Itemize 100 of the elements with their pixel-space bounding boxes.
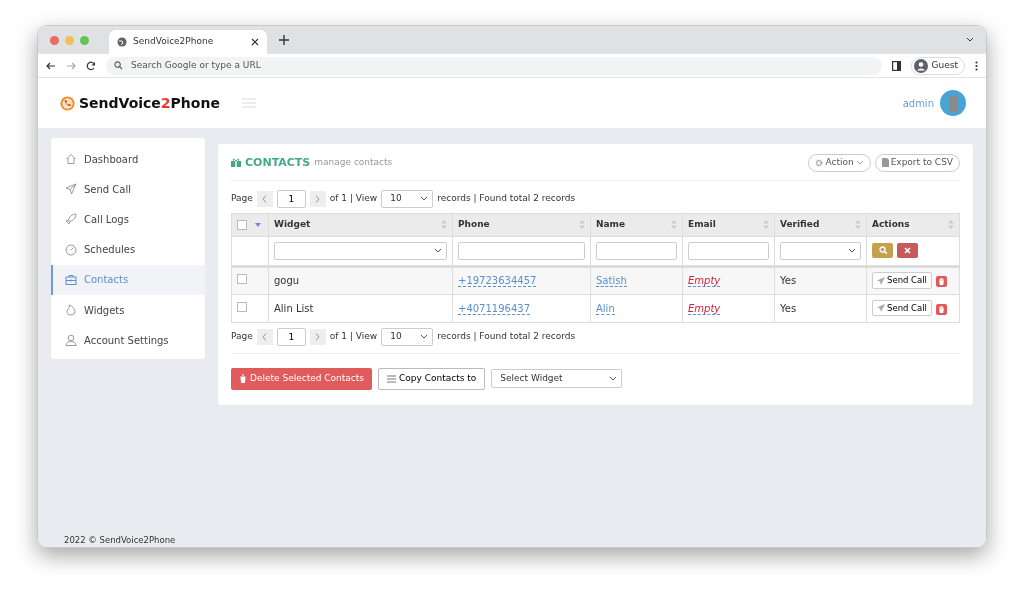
address-bar[interactable]: Search Google or type a URL xyxy=(106,56,882,75)
send-call-button[interactable]: Send Call xyxy=(872,299,932,317)
list-icon xyxy=(387,374,396,383)
widget-select[interactable]: Select Widget xyxy=(491,369,623,388)
select-all-checkbox[interactable] xyxy=(237,219,247,230)
caret-icon xyxy=(434,247,442,254)
trash-icon xyxy=(239,374,247,383)
phone-logo-icon xyxy=(60,95,75,111)
filter-field[interactable] xyxy=(688,241,769,260)
reload-icon[interactable] xyxy=(86,60,96,71)
name-link[interactable]: Alin xyxy=(596,302,615,315)
filter-select[interactable] xyxy=(274,241,447,260)
delete-button[interactable] xyxy=(936,303,947,315)
row-checkbox[interactable] xyxy=(237,274,247,284)
panel-subtitle: manage contacts xyxy=(314,156,393,169)
page-field[interactable]: 1 xyxy=(276,189,306,208)
footer-copyright: 2022 © SendVoice2Phone xyxy=(64,534,176,547)
table-cell: gogu xyxy=(274,275,300,286)
paper-plane-icon xyxy=(65,183,77,196)
address-placeholder: Search Google or type a URL xyxy=(131,58,261,72)
paper-plane-icon xyxy=(877,276,885,285)
chevron-right-icon xyxy=(315,194,321,203)
column-header[interactable]: Widget xyxy=(274,217,311,232)
sort-icon[interactable] xyxy=(763,220,769,229)
minimize-dot[interactable] xyxy=(65,35,74,45)
copy-contacts-button[interactable]: Copy Contacts to xyxy=(378,367,486,390)
filter-field[interactable] xyxy=(458,241,585,260)
rocket-icon xyxy=(65,213,77,226)
sidebar-item[interactable]: Widgets xyxy=(51,294,205,326)
chevron-left-icon xyxy=(262,194,268,203)
email-link[interactable]: Empty xyxy=(688,302,721,315)
previous-page-button[interactable] xyxy=(256,328,273,345)
forward-icon[interactable] xyxy=(66,60,76,71)
sort-icon[interactable] xyxy=(855,220,861,229)
table-cell: Alin List xyxy=(274,302,314,314)
search-icon xyxy=(878,246,887,255)
pager-label: of 1 | View xyxy=(329,329,378,343)
action-dropdown[interactable]: Action xyxy=(808,154,871,172)
gauge-icon xyxy=(65,243,77,256)
sort-icon[interactable] xyxy=(671,220,677,229)
send-call-button[interactable]: Send Call xyxy=(872,272,932,289)
email-link[interactable]: Empty xyxy=(688,275,721,287)
profile-name: Guest xyxy=(931,58,958,72)
delete-selected-button[interactable]: Delete Selected Contacts xyxy=(231,367,372,390)
browser-tab[interactable]: SendVoice2Phone xyxy=(109,30,267,54)
gear-icon xyxy=(815,158,824,167)
close-dot[interactable] xyxy=(50,35,59,45)
column-header[interactable]: Phone xyxy=(458,217,490,232)
new-tab-icon[interactable] xyxy=(279,35,289,45)
sidebar-item[interactable]: Account Settings xyxy=(51,325,205,356)
filter-field[interactable] xyxy=(596,241,677,260)
next-page-button[interactable] xyxy=(309,190,326,207)
page-field[interactable]: 1 xyxy=(276,327,306,346)
sidebar-item[interactable]: Schedules xyxy=(51,234,205,265)
globe-icon xyxy=(117,37,127,47)
chevron-left-icon xyxy=(262,332,268,341)
column-header[interactable]: Email xyxy=(688,217,716,232)
clear-button[interactable] xyxy=(897,243,918,259)
filter-select[interactable] xyxy=(780,241,861,260)
user-avatar[interactable] xyxy=(940,90,966,116)
tab-title: SendVoice2Phone xyxy=(133,35,215,49)
menu-icon[interactable] xyxy=(975,60,978,71)
chevron-down-icon[interactable] xyxy=(966,37,974,43)
chevron-right-icon xyxy=(315,332,321,341)
caret-icon xyxy=(609,375,618,382)
trash-icon xyxy=(938,278,945,285)
sidebar-item[interactable]: Send Call xyxy=(51,174,205,205)
pager-label: of 1 | View xyxy=(329,191,378,205)
document-icon xyxy=(881,158,889,168)
search-button[interactable] xyxy=(872,242,893,258)
pager-label: Page xyxy=(231,329,253,343)
sidebar-item[interactable]: Dashboard xyxy=(51,144,205,175)
app-logo[interactable]: SendVoice2Phone xyxy=(79,92,220,114)
sort-desc-icon[interactable] xyxy=(255,222,261,227)
close-icon[interactable] xyxy=(251,38,259,46)
close-icon xyxy=(904,247,911,255)
sort-icon[interactable] xyxy=(948,220,954,229)
next-page-button[interactable] xyxy=(309,328,326,345)
sort-icon[interactable] xyxy=(441,220,447,229)
maximize-dot[interactable] xyxy=(80,35,89,45)
export-button[interactable]: Export to CSV xyxy=(874,154,960,172)
table-cell: Yes xyxy=(780,275,797,286)
gift-icon xyxy=(231,158,241,168)
row-checkbox[interactable] xyxy=(237,301,247,312)
user-icon xyxy=(65,334,77,347)
panel-title: CONTACTS xyxy=(245,154,311,171)
delete-button[interactable] xyxy=(936,276,947,287)
page-size-select[interactable]: 10 xyxy=(381,189,434,208)
caret-icon xyxy=(855,159,864,166)
caret-icon xyxy=(420,195,429,202)
side-panel-icon[interactable] xyxy=(891,60,901,71)
sort-icon[interactable] xyxy=(579,220,585,229)
page-size-select[interactable]: 10 xyxy=(381,327,434,346)
sidebar-item[interactable]: Call Logs xyxy=(51,204,205,235)
previous-page-button[interactable] xyxy=(256,190,273,207)
paper-plane-icon xyxy=(877,304,885,312)
records-summary: records | Found total 2 records xyxy=(437,329,576,343)
back-icon[interactable] xyxy=(46,60,56,71)
search-icon xyxy=(114,61,123,70)
caret-icon xyxy=(848,247,856,254)
